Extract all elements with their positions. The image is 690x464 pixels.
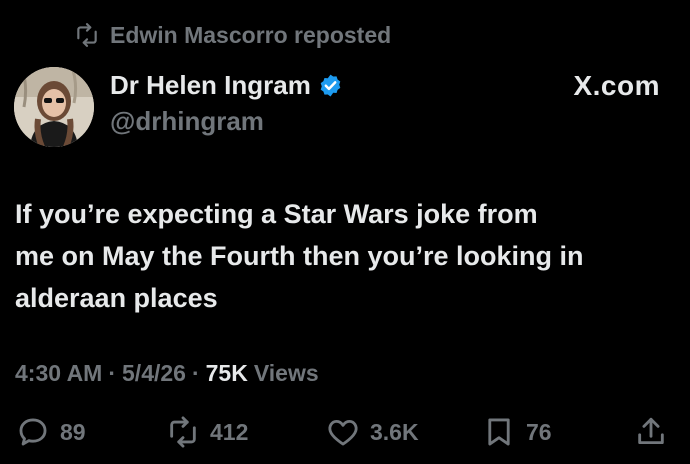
views-label[interactable]: Views [254,360,319,387]
author-handle[interactable]: @drhingram [110,106,264,137]
author-display-name[interactable]: Dr Helen Ingram [110,70,311,101]
tweet-text: If you’re expecting a Star Wars joke fro… [15,199,584,313]
share-button[interactable] [634,415,668,449]
action-bar: 89 412 3.6K 76 [16,415,674,451]
brand-label: X.com [573,70,660,101]
repost-text[interactable]: Edwin Mascorro reposted [110,22,391,49]
reply-button[interactable]: 89 [16,415,86,449]
author-name-row[interactable]: Dr Helen Ingram [110,70,343,101]
share-icon [638,417,664,445]
repost-button[interactable]: 412 [166,415,248,449]
repost-icon [170,416,196,448]
verified-badge-icon[interactable] [318,73,343,98]
tweet-date[interactable]: 5/4/26 [122,360,186,387]
tweet-time[interactable]: 4:30 AM [15,360,102,387]
bookmark-icon [488,418,510,446]
reply-icon [19,418,47,446]
tweet-meta: 4:30 AM · 5/4/26 · 75K Views [15,360,319,387]
views-count[interactable]: 75K [206,360,248,387]
bookmark-count: 76 [526,418,552,445]
repost-icon [77,23,97,47]
repost-count: 412 [210,418,249,445]
avatar[interactable] [14,67,94,147]
repost-header[interactable]: Edwin Mascorro reposted [74,20,391,50]
meta-separator: · [108,360,117,386]
avatar-photo [14,67,94,147]
reply-count: 89 [60,418,86,445]
bookmark-button[interactable]: 76 [482,415,552,449]
heart-icon [328,419,358,446]
meta-separator: · [191,360,200,386]
like-count: 3.6K [370,418,419,445]
like-button[interactable]: 3.6K [326,415,419,449]
